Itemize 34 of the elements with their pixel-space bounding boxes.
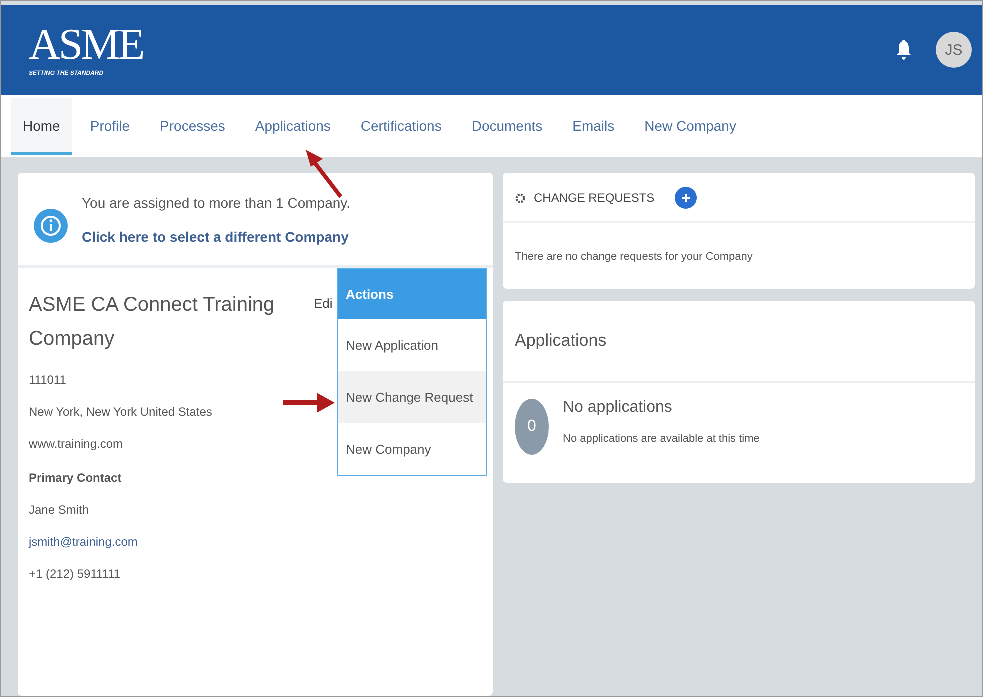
nav-tab[interactable]: Home [11,98,72,154]
nav-tab[interactable]: Documents [460,98,555,154]
company-number: 111011 [29,372,68,388]
empty-message: There are no change requests for your Company [515,251,753,263]
menu-item[interactable]: New Change Request [338,371,486,423]
user-avatar[interactable]: JS [936,32,972,68]
company-location: New York, New York United States [29,404,214,420]
nav-tab[interactable]: Applications [243,98,343,154]
info-icon [34,209,68,243]
count-badge: 0 [515,399,549,455]
bell-icon[interactable] [896,39,912,61]
notice-message: You are assigned to more than 1 Company. [82,195,351,211]
arrow-drawing [283,391,337,415]
section-title: CHANGE REQUESTS [534,191,655,205]
company-name: ASME CA Connect Training Company [29,293,276,352]
nav-tab[interactable]: Processes [148,98,238,154]
nav-tab[interactable]: New Company [632,98,748,154]
nav-tab[interactable]: Certifications [348,98,454,154]
edit-link[interactable]: Edi [314,296,333,311]
contact-name: Jane Smith [29,502,90,518]
contact-phone: +1 (212) 5911111 [29,566,122,582]
gear-icon [515,192,526,204]
nav-tab[interactable]: Emails [560,98,627,154]
arrow-drawing [303,147,343,199]
logo[interactable]: ASME [29,23,144,67]
contact-heading: Primary Contact [29,470,123,486]
section-title: Applications [515,331,607,350]
email-link[interactable]: jsmith@training.com [29,534,483,550]
nav-tab[interactable]: Profile [78,98,142,154]
menu-header: Actions [338,269,486,319]
select-company-link[interactable]: Click here to select a different Company [82,229,351,245]
empty-message: No applications are available at this time [563,433,760,445]
empty-title: No applications [563,399,674,417]
add-icon[interactable] [674,187,697,209]
